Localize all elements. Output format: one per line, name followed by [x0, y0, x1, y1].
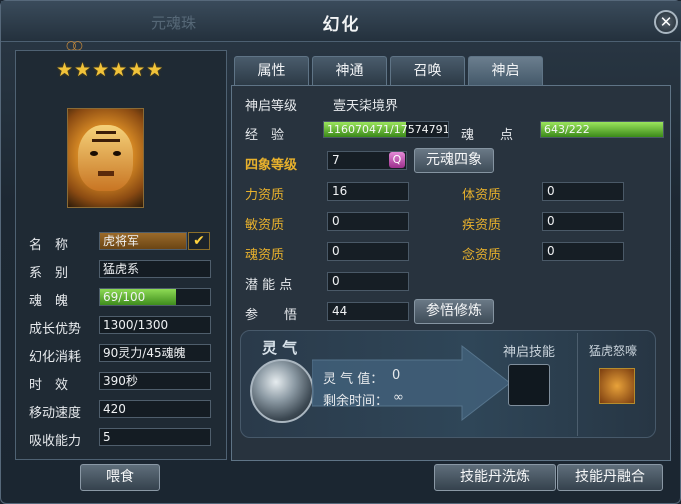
exp-bar: 116070471/175747915: [323, 121, 449, 138]
growth-value: 1300/1300: [99, 316, 211, 334]
skill-fuse-button[interactable]: 技能丹融合: [557, 464, 663, 491]
lingqi-orb-icon[interactable]: [250, 359, 314, 423]
enlight-label: 参 悟: [245, 308, 298, 323]
feed-button[interactable]: 喂食: [80, 464, 160, 491]
soul-attr-value: 0: [327, 242, 409, 261]
agi-label: 敏资质: [245, 218, 285, 233]
speed-value: 420: [99, 400, 211, 418]
lingqi-time-value: ∞: [393, 390, 404, 405]
enlight-button[interactable]: 参悟修炼: [414, 299, 494, 324]
duration-label: 时 效: [29, 378, 69, 393]
sixiang-label: 四象等级: [245, 158, 298, 173]
spd-label: 疾资质: [462, 218, 502, 233]
potential-value: 0: [327, 272, 409, 291]
lingqi-value-label: 灵 气 值：: [323, 372, 384, 387]
window-title: 幻化: [322, 15, 361, 35]
type-value: 猛虎系: [99, 260, 211, 278]
absorb-value: 5: [99, 428, 211, 446]
tab-shenqi[interactable]: 神启: [468, 56, 543, 85]
speed-label: 移动速度: [29, 406, 82, 421]
lingqi-time-label: 剩余时间：: [323, 394, 389, 409]
absorb-label: 吸收能力: [29, 434, 82, 449]
str-label: 力资质: [245, 188, 285, 203]
exp-label: 经 验: [245, 128, 285, 143]
cost-value: 90灵力/45魂魄: [99, 344, 211, 362]
name-field[interactable]: 虎将军: [99, 232, 187, 250]
potential-label: 潜 能 点: [245, 278, 293, 293]
level-label: 神启等级: [245, 99, 298, 114]
sixiang-button[interactable]: 元魂四象: [414, 148, 494, 173]
pet-portrait: [67, 108, 144, 208]
con-value: 0: [542, 182, 624, 201]
soul-point-value: 643/222: [544, 123, 590, 136]
cost-label: 幻化消耗: [29, 350, 82, 365]
soul-value: 69/100: [103, 290, 146, 304]
title-bar: 元魂珠 幻化 ✕: [1, 1, 681, 42]
exp-value: 116070471/175747915: [327, 123, 449, 136]
skill-slot[interactable]: [508, 364, 550, 406]
tab-attributes[interactable]: 属性: [234, 56, 309, 85]
tiger-face-icon: [78, 125, 133, 191]
soul-point-bar: 643/222: [540, 121, 664, 138]
spd-value: 0: [542, 212, 624, 231]
growth-label: 成长优势: [29, 322, 82, 337]
str-value: 16: [327, 182, 409, 201]
divider: [577, 333, 578, 436]
type-label: 系 别: [29, 266, 69, 281]
close-icon[interactable]: ✕: [654, 10, 678, 34]
lingqi-title: 灵 气: [262, 339, 298, 357]
mind-label: 念资质: [462, 248, 502, 263]
name-label: 名 称: [29, 238, 69, 253]
sixiang-q-icon[interactable]: Q: [389, 152, 405, 168]
soul-attr-label: 魂资质: [245, 248, 285, 263]
enlight-value: 44: [327, 302, 409, 321]
tab-shentong[interactable]: 神通: [312, 56, 387, 85]
skill-title: 神启技能: [503, 345, 556, 360]
agi-value: 0: [327, 212, 409, 231]
mind-value: 0: [542, 242, 624, 261]
lingqi-value: 0: [392, 368, 401, 383]
soul-point-label: 魂 点: [461, 128, 514, 143]
star-rating: ★★★★★★: [56, 59, 165, 81]
check-icon[interactable]: ✔: [188, 232, 210, 250]
tab-summon[interactable]: 召唤: [390, 56, 465, 85]
skill-name: 猛虎怒嚎: [589, 344, 638, 358]
con-label: 体资质: [462, 188, 502, 203]
skill-wash-button[interactable]: 技能丹洗炼: [434, 464, 556, 491]
soul-label: 魂 魄: [29, 294, 69, 309]
tiger-roar-skill-icon[interactable]: [599, 368, 635, 404]
soul-bar: 69/100: [99, 288, 211, 306]
level-value: 壹天柒境界: [333, 99, 399, 114]
duration-value: 390秒: [99, 372, 211, 390]
